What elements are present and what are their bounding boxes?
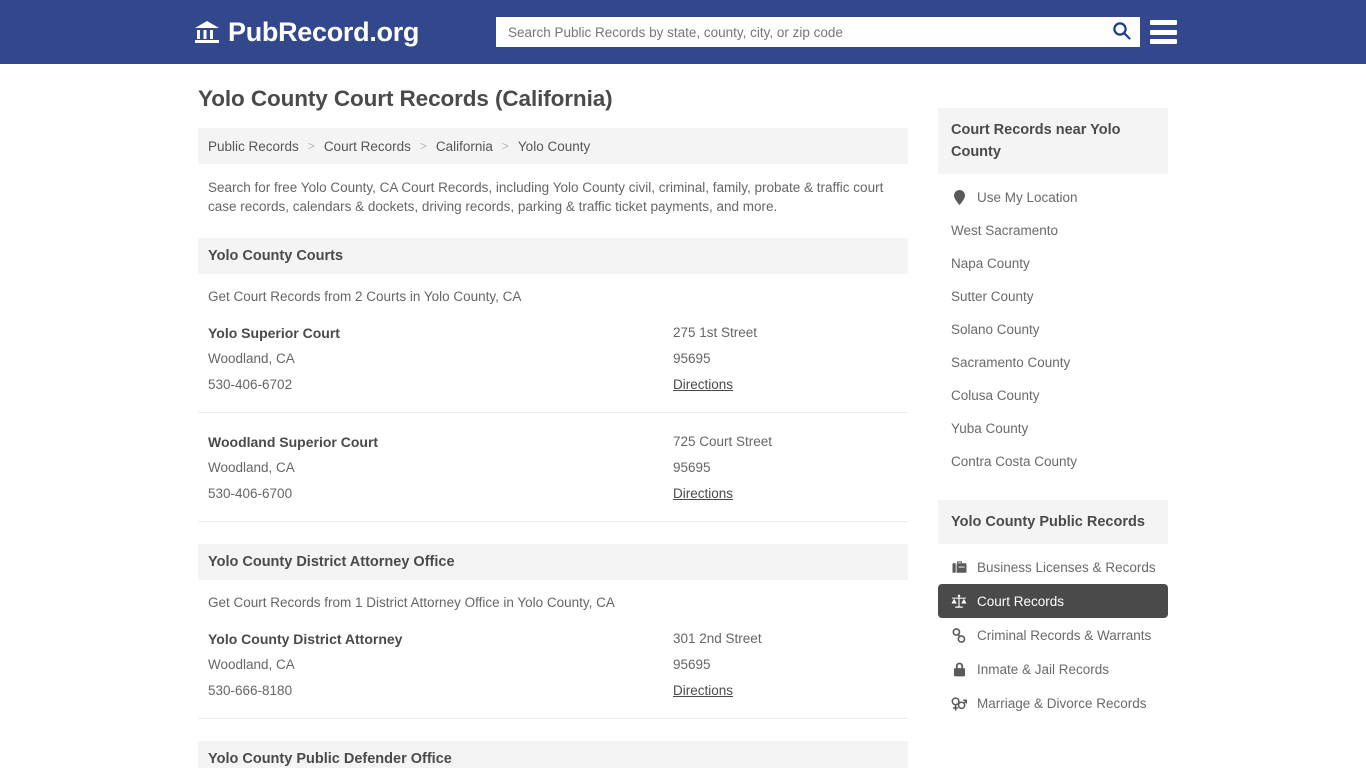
section-subtitle-courts: Get Court Records from 2 Courts in Yolo …: [208, 289, 522, 304]
section-heading-district-attorney: Yolo County District Attorney Office: [198, 544, 908, 580]
hamburger-bar: [1150, 39, 1177, 44]
breadcrumb-item-yolo-county[interactable]: Yolo County: [518, 139, 590, 154]
entry-city-state: Woodland, CA: [208, 460, 295, 475]
sidebar-item-solano-county[interactable]: Solano County: [938, 313, 1168, 346]
sidebar-item-label: Court Records: [977, 593, 1065, 609]
sidebar-item-sutter-county[interactable]: Sutter County: [938, 280, 1168, 313]
entry-street: 725 Court Street: [673, 434, 773, 449]
bank-building-icon: [194, 20, 220, 44]
hamburger-menu-icon[interactable]: [1150, 18, 1177, 46]
entry-city-state: Woodland, CA: [208, 351, 295, 366]
sidebar-item-yuba-county[interactable]: Yuba County: [938, 412, 1168, 445]
entry-phone: 530-406-6700: [208, 486, 293, 501]
map-pin-icon: [951, 189, 967, 205]
directions-link[interactable]: Directions: [673, 481, 733, 507]
main-content: Yolo County Court Records (California) P…: [198, 86, 908, 768]
entry-zip: 95695: [673, 460, 711, 475]
sidebar-public-records-list: Business Licenses & Records Court Record…: [938, 544, 1168, 720]
balance-scale-icon: [951, 593, 967, 609]
sidebar-item-label: Contra Costa County: [951, 454, 1078, 469]
page-title: Yolo County Court Records (California): [198, 86, 613, 111]
sidebar-item-business-licenses[interactable]: Business Licenses & Records: [938, 550, 1168, 584]
entry-street: 301 2nd Street: [673, 631, 762, 646]
search-input[interactable]: [496, 17, 1102, 47]
sidebar: Court Records near Yolo County Use My Lo…: [938, 86, 1168, 720]
hamburger-bar: [1150, 29, 1177, 35]
entry-address: 725 Court Street 95695 Directions: [673, 429, 898, 507]
table-row: Yolo Superior Court Woodland, CA 530-406…: [198, 304, 908, 413]
search-button[interactable]: [1102, 17, 1140, 47]
directions-link[interactable]: Directions: [673, 678, 733, 704]
breadcrumb-separator: >: [419, 139, 427, 153]
site-header: PubRecord.org: [0, 0, 1366, 64]
entry-zip: 95695: [673, 351, 711, 366]
directions-link[interactable]: Directions: [673, 372, 733, 398]
sidebar-heading-public-records: Yolo County Public Records: [938, 500, 1168, 544]
sidebar-item-inmate-jail-records[interactable]: Inmate & Jail Records: [938, 652, 1168, 686]
sidebar-heading-nearby: Court Records near Yolo County: [938, 108, 1168, 174]
venus-mars-icon: [951, 695, 967, 711]
sidebar-item-label: Solano County: [951, 322, 1040, 337]
section-heading-public-defender: Yolo County Public Defender Office: [198, 741, 908, 768]
handcuffs-icon: [951, 627, 967, 643]
sidebar-item-label: Sacramento County: [951, 355, 1071, 370]
sidebar-item-criminal-records[interactable]: Criminal Records & Warrants: [938, 618, 1168, 652]
sidebar-item-napa-county[interactable]: Napa County: [938, 247, 1168, 280]
sidebar-item-contra-costa-county[interactable]: Contra Costa County: [938, 445, 1168, 478]
sidebar-item-colusa-county[interactable]: Colusa County: [938, 379, 1168, 412]
sidebar-item-label: West Sacramento: [951, 223, 1059, 238]
breadcrumb-item-court-records[interactable]: Court Records: [324, 139, 411, 154]
page-body: Yolo County Court Records (California) P…: [0, 64, 1366, 768]
entry-zip: 95695: [673, 657, 711, 672]
sidebar-item-label: Yuba County: [951, 421, 1029, 436]
breadcrumb-item-california[interactable]: California: [436, 139, 493, 154]
sidebar-item-label: Sutter County: [951, 289, 1034, 304]
section-heading-courts: Yolo County Courts: [198, 238, 908, 274]
entry-street: 275 1st Street: [673, 325, 758, 340]
sidebar-item-label: Criminal Records & Warrants: [977, 627, 1152, 643]
search-bar: [496, 17, 1140, 47]
sidebar-item-marriage-divorce-records[interactable]: Marriage & Divorce Records: [938, 686, 1168, 720]
entry-address: 275 1st Street 95695 Directions: [673, 320, 898, 398]
sidebar-item-use-my-location[interactable]: Use My Location: [938, 180, 1168, 214]
search-icon: [1112, 21, 1131, 43]
sidebar-item-label: Use My Location: [977, 189, 1078, 205]
entry-name: Yolo County District Attorney: [208, 631, 403, 647]
entry-details: Woodland Superior Court Woodland, CA 530…: [208, 429, 673, 507]
breadcrumb-separator: >: [307, 139, 315, 153]
sidebar-public-records-block: Yolo County Public Records Business Lice…: [938, 500, 1168, 720]
entry-address: 301 2nd Street 95695 Directions: [673, 626, 898, 704]
briefcase-icon: [951, 559, 967, 575]
table-row: Yolo County District Attorney Woodland, …: [198, 610, 908, 719]
entry-city-state: Woodland, CA: [208, 657, 295, 672]
section-subtitle-district-attorney: Get Court Records from 1 District Attorn…: [208, 595, 615, 610]
sidebar-item-label: Napa County: [951, 256, 1030, 271]
entry-details: Yolo Superior Court Woodland, CA 530-406…: [208, 320, 673, 398]
lock-icon: [951, 661, 967, 677]
page-description: Search for free Yolo County, CA Court Re…: [208, 180, 884, 214]
sidebar-item-label: Colusa County: [951, 388, 1040, 403]
sidebar-item-west-sacramento[interactable]: West Sacramento: [938, 214, 1168, 247]
sidebar-nearby-list: Use My Location West Sacramento Napa Cou…: [938, 174, 1168, 478]
sidebar-item-label: Inmate & Jail Records: [977, 661, 1110, 677]
breadcrumb-item-public-records[interactable]: Public Records: [208, 139, 299, 154]
entry-details: Yolo County District Attorney Woodland, …: [208, 626, 673, 704]
site-logo[interactable]: PubRecord.org: [194, 17, 419, 48]
table-row: Woodland Superior Court Woodland, CA 530…: [198, 413, 908, 522]
sidebar-item-label: Marriage & Divorce Records: [977, 695, 1147, 711]
sidebar-item-court-records[interactable]: Court Records: [938, 584, 1168, 618]
entry-phone: 530-666-8180: [208, 683, 293, 698]
entry-phone: 530-406-6702: [208, 377, 293, 392]
entry-name: Woodland Superior Court: [208, 434, 379, 450]
sidebar-item-label: Business Licenses & Records: [977, 559, 1156, 575]
breadcrumb-separator: >: [501, 139, 509, 153]
hamburger-bar: [1150, 20, 1177, 25]
breadcrumb: Public Records > Court Records > Califor…: [198, 128, 908, 164]
entry-name: Yolo Superior Court: [208, 325, 340, 341]
sidebar-item-sacramento-county[interactable]: Sacramento County: [938, 346, 1168, 379]
site-logo-text: PubRecord.org: [228, 16, 420, 47]
